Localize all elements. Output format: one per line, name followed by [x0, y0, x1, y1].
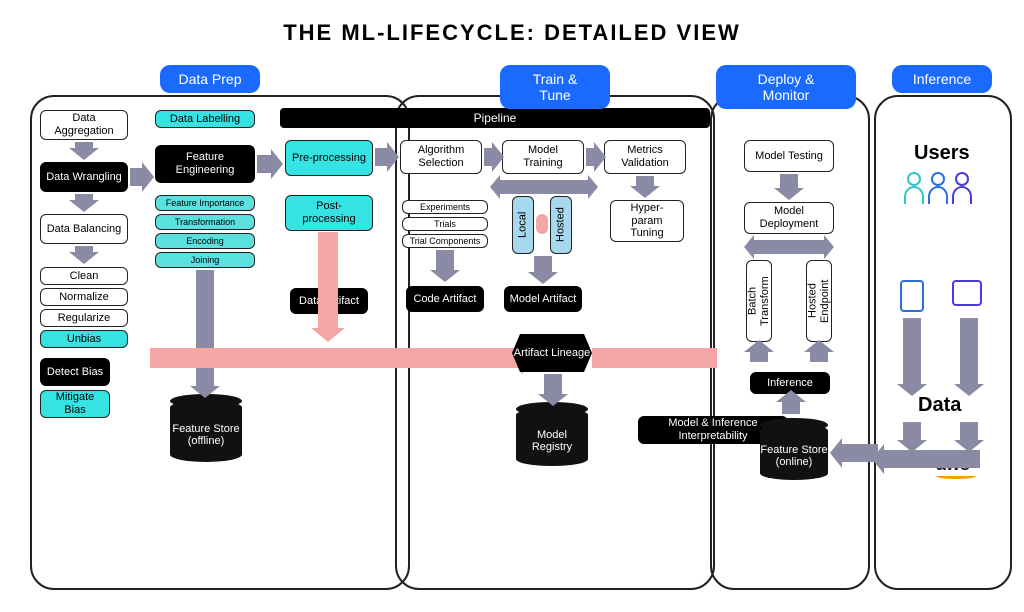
box-hosted-endpoint: Hosted Endpoint: [806, 260, 832, 342]
arrow-icon: [960, 318, 978, 388]
tab-inference: Inference: [892, 65, 992, 93]
box-mitigate-bias: Mitigate Bias: [40, 390, 110, 418]
box-algorithm-selection: Algorithm Selection: [400, 140, 482, 174]
box-code-artifact: Code Artifact: [406, 286, 484, 312]
cylinder-model-registry: Model Registry: [516, 408, 588, 466]
arrow-icon: [75, 246, 93, 256]
arrow-icon: [780, 174, 798, 192]
box-regularize: Regularize: [40, 309, 128, 327]
box-experiments: Experiments: [402, 200, 488, 214]
box-hosted: Hosted: [550, 196, 572, 254]
arrow-icon: [880, 450, 980, 468]
cylinder-feature-store-offline: Feature Store (offline): [170, 400, 242, 462]
pink-connector: [536, 214, 548, 234]
arrow-icon: [586, 148, 598, 166]
arrow-icon: [960, 422, 978, 444]
box-feature-importance: Feature Importance: [155, 195, 255, 211]
box-unbias: Unbias: [40, 330, 128, 348]
data-label: Data: [918, 394, 961, 417]
box-trials: Trials: [402, 217, 488, 231]
box-model-artifact: Model Artifact: [504, 286, 582, 312]
pink-bar: [592, 348, 717, 368]
box-model-testing: Model Testing: [744, 140, 834, 172]
box-clean: Clean: [40, 267, 128, 285]
panel-inference: [874, 95, 1012, 590]
arrow-icon: [782, 398, 800, 414]
box-detect-bias: Detect Bias: [40, 358, 110, 386]
double-arrow-icon: [498, 180, 590, 194]
box-hyperparam-tuning: Hyper-param Tuning: [610, 200, 684, 242]
box-encoding: Encoding: [155, 233, 255, 249]
arrow-icon: [436, 250, 454, 274]
arrow-icon: [75, 142, 93, 152]
arrow-icon: [534, 256, 552, 276]
pink-arrow-icon: [318, 232, 338, 332]
tab-data-prep: Data Prep: [160, 65, 260, 93]
box-post-processing: Post-processing: [285, 195, 373, 231]
box-local: Local: [512, 196, 534, 254]
box-model-deployment: Model Deployment: [744, 202, 834, 234]
box-pre-processing: Pre-processing: [285, 140, 373, 176]
box-batch-transform: Batch Transform: [746, 260, 772, 342]
box-normalize: Normalize: [40, 288, 128, 306]
browser-icon: [952, 280, 982, 306]
arrow-icon: [903, 318, 921, 388]
feature-store-online-label: Feature Store (online): [760, 444, 828, 468]
arrow-icon: [130, 168, 146, 186]
box-data-aggregation: Data Aggregation: [40, 110, 128, 140]
users-icon: [902, 172, 970, 204]
double-arrow-icon: [752, 240, 826, 254]
box-metrics-validation: Metrics Validation: [604, 140, 686, 174]
arrow-icon: [257, 155, 275, 173]
box-trial-components: Trial Components: [402, 234, 488, 248]
box-transformation: Transformation: [155, 214, 255, 230]
box-data-wrangling: Data Wrangling: [40, 162, 128, 192]
box-model-training: Model Training: [502, 140, 584, 174]
box-feature-engineering: Feature Engineering: [155, 145, 255, 183]
phone-icon: [900, 280, 924, 312]
hex-artifact-lineage: Artifact Lineage: [512, 334, 592, 372]
arrow-icon: [375, 148, 391, 166]
tab-deploy-monitor: Deploy & Monitor: [716, 65, 856, 109]
arrow-icon: [903, 422, 921, 444]
box-data-labelling: Data Labelling: [155, 110, 255, 128]
arrow-icon: [484, 148, 496, 166]
arrow-icon: [544, 374, 562, 398]
pipeline-bar: Pipeline: [280, 108, 710, 128]
cylinder-feature-store-online: Feature Store (online): [760, 424, 828, 480]
arrow-icon: [750, 348, 768, 362]
arrow-icon: [636, 176, 654, 190]
box-joining: Joining: [155, 252, 255, 268]
arrow-icon: [75, 194, 93, 204]
box-data-balancing: Data Balancing: [40, 214, 128, 244]
pink-bar: [150, 348, 525, 368]
feature-store-offline-label: Feature Store (offline): [170, 423, 242, 447]
page-title: THE ML-LIFECYCLE: DETAILED VIEW: [0, 0, 1024, 46]
arrow-icon: [196, 270, 214, 390]
users-label: Users: [914, 142, 970, 165]
model-registry-label: Model Registry: [516, 429, 588, 453]
tab-train-tune: Train & Tune: [500, 65, 610, 109]
arrow-icon: [810, 348, 828, 362]
